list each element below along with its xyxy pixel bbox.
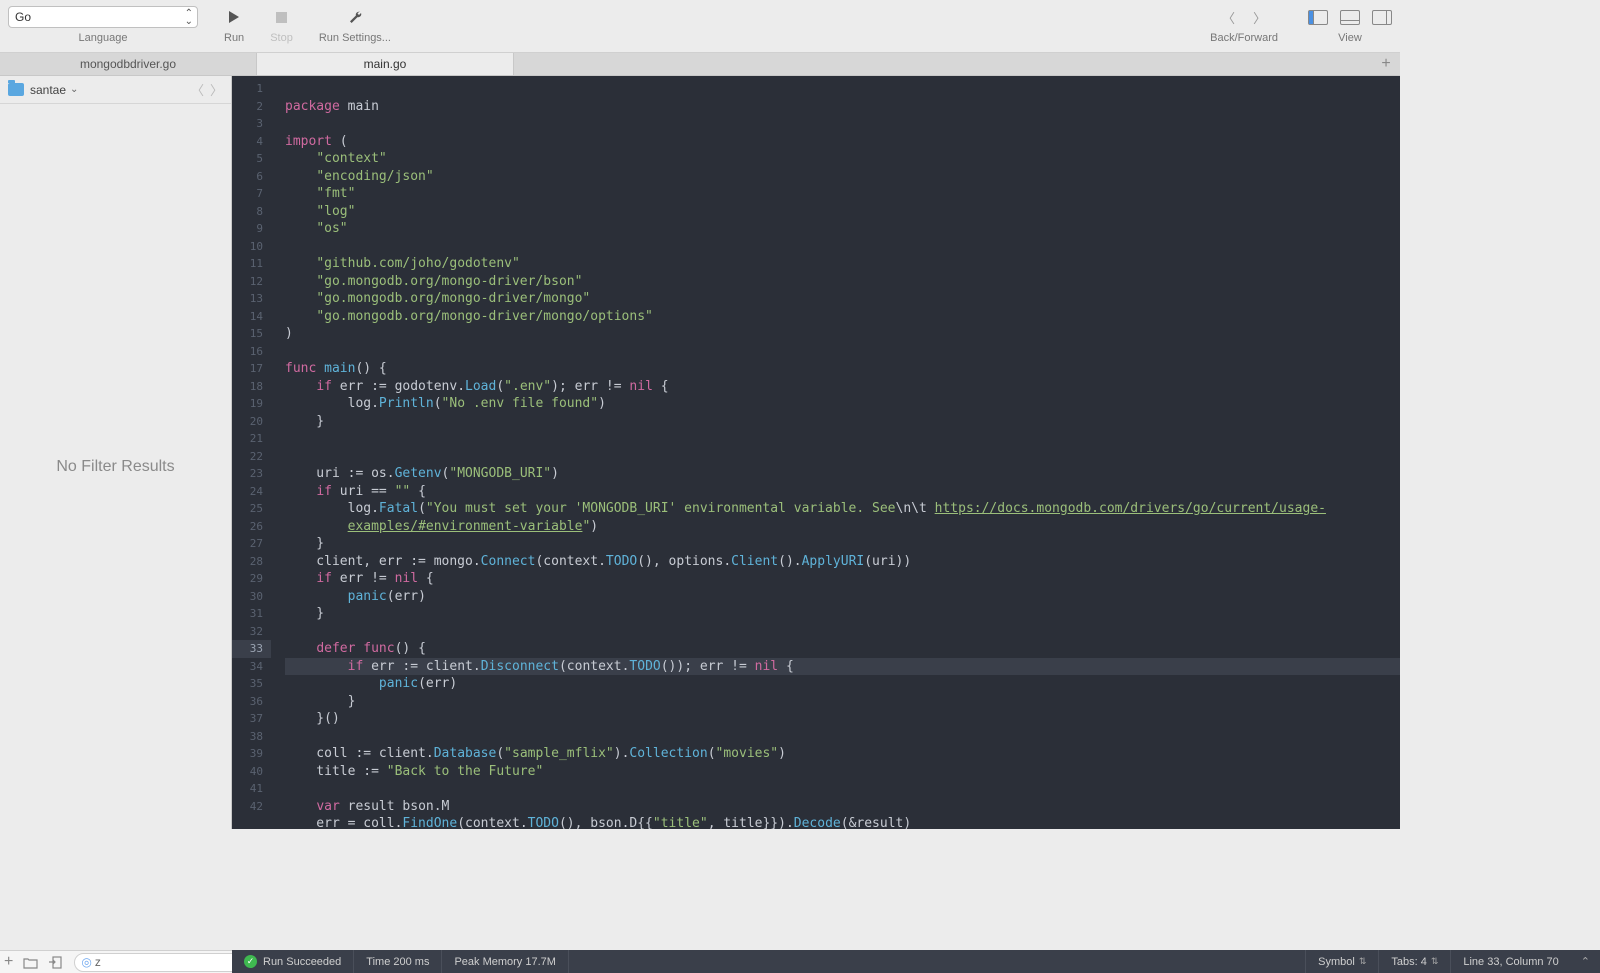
updown-icon: ⇅ — [1359, 956, 1367, 967]
chevron-down-icon: ⌄ — [70, 84, 78, 95]
language-group: Go ⌃⌄ Language — [8, 6, 198, 44]
run-status[interactable]: ✓ Run Succeeded — [232, 950, 354, 973]
code-content[interactable]: package mainimport ( "context" "encoding… — [271, 76, 1400, 829]
new-tab-button[interactable]: + — [1372, 53, 1400, 75]
folder-icon — [8, 83, 24, 96]
back-button[interactable]: 〈 — [1222, 8, 1235, 27]
run-status-text: Run Succeeded — [263, 956, 341, 968]
forward-button[interactable]: 〉 — [1253, 8, 1266, 27]
sidebar: santae ⌄ 〈 〉 No Filter Results — [0, 76, 232, 829]
back-forward-group: 〈 〉 Back/Forward — [1210, 6, 1278, 44]
toolbar: Go ⌃⌄ Language Run Stop Run Settings... … — [0, 0, 1400, 53]
tab-main[interactable]: main.go — [257, 53, 514, 75]
view-group: View — [1308, 6, 1392, 44]
status-bar: ✓ Run Succeeded Time 200 ms Peak Memory … — [232, 950, 1600, 973]
action-icon[interactable] — [48, 956, 62, 969]
crumb-back-icon[interactable]: 〈 — [191, 80, 204, 99]
crumb-forward-icon[interactable]: 〉 — [210, 80, 223, 99]
crumb-label: santae — [30, 83, 66, 97]
cursor-position[interactable]: Line 33, Column 70 — [1450, 950, 1570, 973]
main-area: santae ⌄ 〈 〉 No Filter Results 123456789… — [0, 76, 1400, 829]
view-bottom-panel-button[interactable] — [1340, 10, 1360, 25]
bottom-bar: + ◎ ⓧ ✓ Run Succeeded Time 200 ms Peak M… — [0, 950, 1600, 973]
sidebar-bottom-bar: + ◎ ⓧ — [0, 950, 232, 973]
view-label: View — [1338, 32, 1362, 44]
run-button[interactable]: Run — [224, 6, 244, 44]
symbol-label: Symbol — [1318, 956, 1355, 968]
updown-icon: ⌃⌄ — [185, 10, 193, 26]
filter-input[interactable] — [95, 955, 250, 969]
language-select[interactable]: Go ⌃⌄ — [8, 6, 198, 28]
path-bar[interactable]: santae ⌄ 〈 〉 — [0, 76, 231, 104]
settings-label: Run Settings... — [319, 32, 391, 44]
time-status[interactable]: Time 200 ms — [354, 950, 442, 973]
line-gutter: 1234567891011121314151617181920212223242… — [232, 76, 271, 829]
code-editor[interactable]: 1234567891011121314151617181920212223242… — [232, 76, 1400, 829]
view-right-panel-button[interactable] — [1372, 10, 1392, 25]
tabs-setting[interactable]: Tabs: 4 ⇅ — [1378, 950, 1450, 973]
success-icon: ✓ — [244, 955, 257, 968]
stop-label: Stop — [270, 32, 293, 44]
tabs-label: Tabs: 4 — [1391, 956, 1426, 968]
run-settings-button[interactable]: Run Settings... — [319, 6, 391, 44]
view-left-panel-button[interactable] — [1308, 10, 1328, 25]
search-icon: ◎ — [81, 955, 91, 969]
no-filter-results: No Filter Results — [0, 104, 231, 829]
run-label: Run — [224, 32, 244, 44]
add-button[interactable]: + — [4, 953, 13, 971]
tab-mongodbdriver[interactable]: mongodbdriver.go — [0, 53, 257, 75]
language-label: Language — [79, 32, 128, 44]
new-folder-icon[interactable] — [23, 956, 38, 969]
stop-button[interactable]: Stop — [270, 6, 293, 44]
updown-icon: ⇅ — [1431, 956, 1439, 967]
expand-icon[interactable]: ⌃ — [1571, 955, 1600, 968]
tab-bar: mongodbdriver.go main.go + — [0, 53, 1400, 76]
crumb-nav: 〈 〉 — [191, 80, 223, 99]
backforward-label: Back/Forward — [1210, 32, 1278, 44]
wrench-icon — [347, 6, 363, 28]
memory-status[interactable]: Peak Memory 17.7M — [442, 950, 568, 973]
stop-icon — [275, 6, 288, 28]
symbol-nav[interactable]: Symbol ⇅ — [1305, 950, 1378, 973]
language-value: Go — [15, 10, 31, 24]
play-icon — [227, 6, 241, 28]
